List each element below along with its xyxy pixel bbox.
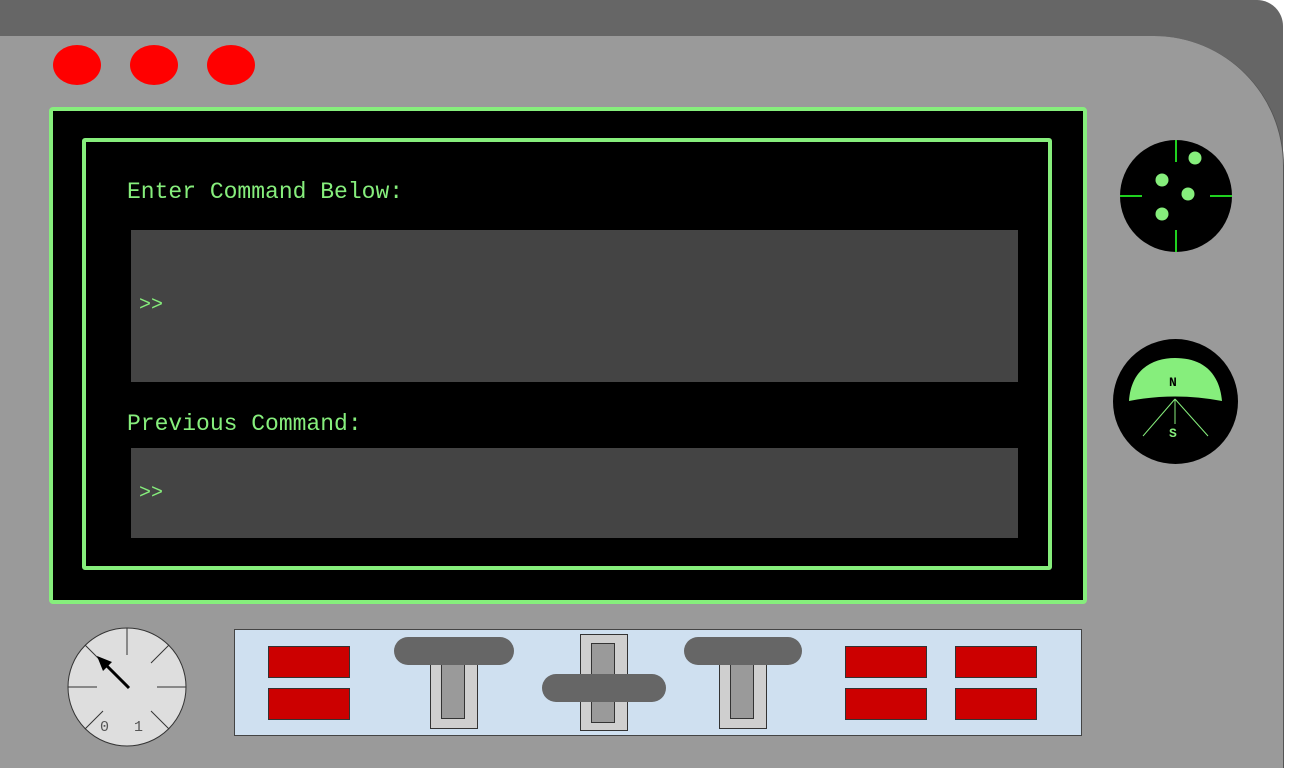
compass-south-label: S (1169, 426, 1177, 441)
compass-north-label: N (1169, 375, 1177, 390)
gauge-tick-1: 1 (134, 719, 144, 736)
slider-track-3-inner (730, 659, 754, 719)
status-light-3[interactable] (207, 45, 255, 85)
slider-handle-2[interactable] (542, 674, 666, 702)
control-button-right-2-bottom[interactable] (955, 688, 1037, 720)
command-prompt: >> (139, 294, 164, 317)
status-light-2[interactable] (130, 45, 178, 85)
previous-command-prompt: >> (139, 482, 164, 505)
previous-command-display: >> (131, 448, 1018, 538)
command-input[interactable]: >> (131, 230, 1018, 382)
slider-track-1-inner (441, 659, 465, 719)
control-panel (234, 629, 1082, 736)
status-light-1[interactable] (53, 45, 101, 85)
control-button-left-top[interactable] (268, 646, 350, 678)
compass-icon (1129, 358, 1222, 437)
slider-handle-1[interactable] (394, 637, 514, 665)
gauge-tick-0: 0 (100, 719, 110, 736)
control-button-right-1-bottom[interactable] (845, 688, 927, 720)
control-button-left-bottom[interactable] (268, 688, 350, 720)
gauge-dial-icon (67, 627, 187, 747)
slider-handle-3[interactable] (684, 637, 802, 665)
control-button-right-2-top[interactable] (955, 646, 1037, 678)
enter-command-label: Enter Command Below: (127, 179, 404, 205)
previous-command-label: Previous Command: (127, 411, 362, 437)
radar-display (1120, 140, 1232, 252)
radar-icon (1120, 140, 1232, 252)
control-button-right-1-top[interactable] (845, 646, 927, 678)
compass-display: N S (1113, 339, 1238, 464)
analog-gauge: 0 1 (67, 627, 187, 747)
